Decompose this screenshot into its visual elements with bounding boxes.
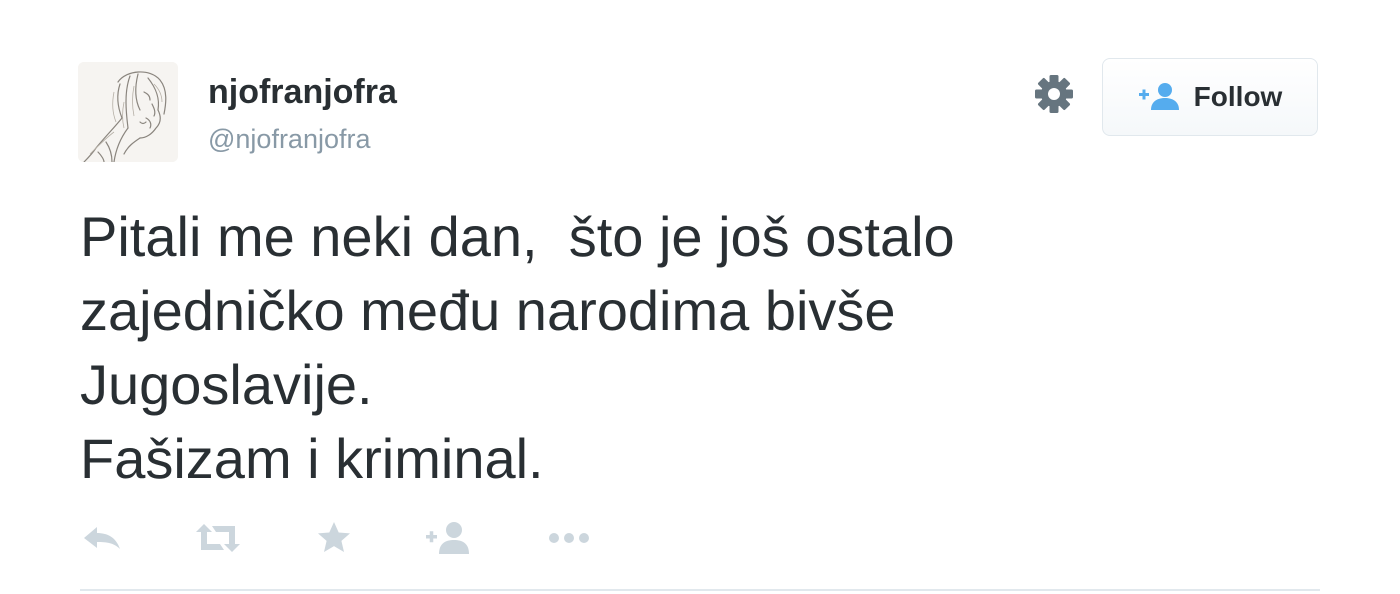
user-fullname[interactable]: njofranjofra [208, 72, 397, 112]
more-icon[interactable] [546, 516, 592, 560]
avatar-sketch-image [78, 62, 178, 162]
avatar[interactable] [78, 62, 178, 162]
retweet-icon[interactable] [192, 516, 244, 560]
tweet-card: njofranjofra @njofranjofra Follow Pitali… [0, 0, 1400, 594]
add-user-icon [1138, 83, 1179, 110]
user-handle[interactable]: @njofranjofra [208, 122, 371, 156]
tweet-text-line: zajedničko među narodima bivše [80, 279, 896, 342]
follow-button[interactable]: Follow [1102, 58, 1318, 136]
favorite-icon[interactable] [314, 516, 354, 560]
tweet-text-line: Pitali me neki dan, što je još ostalo [80, 205, 955, 268]
tweet-text-line: Jugoslavije. [80, 353, 373, 416]
gear-icon[interactable] [1033, 73, 1075, 115]
tweet-text: Pitali me neki dan, što je još ostalo za… [80, 200, 1310, 496]
tweet-actions [80, 516, 640, 560]
follow-icon[interactable] [424, 516, 474, 560]
tweet-text-line: Fašizam i kriminal. [80, 427, 544, 490]
reply-icon[interactable] [80, 516, 124, 560]
follow-button-label: Follow [1193, 81, 1283, 112]
divider [80, 589, 1320, 591]
